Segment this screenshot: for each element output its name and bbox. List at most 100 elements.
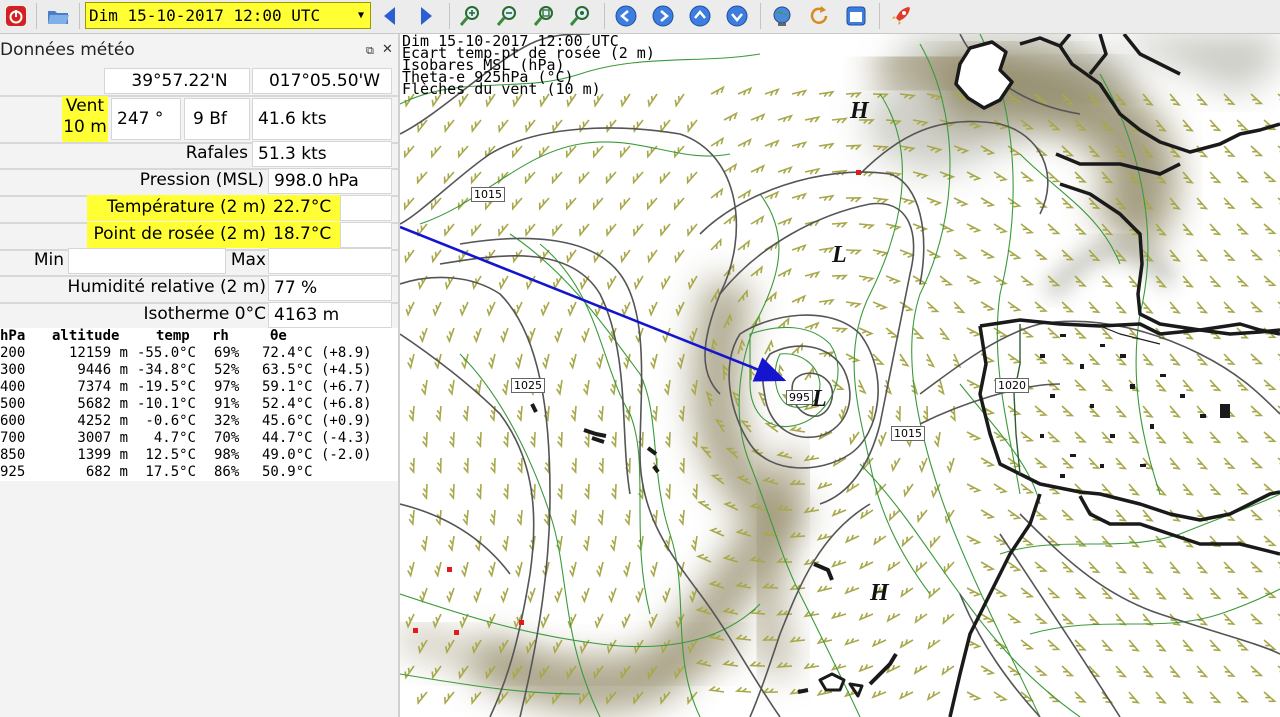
wind-barb xyxy=(1074,275,1087,287)
wind-barb xyxy=(887,561,901,572)
wind-barb xyxy=(674,93,685,108)
map-canvas[interactable] xyxy=(400,34,1280,717)
wind-barb xyxy=(912,223,929,232)
wind-barb xyxy=(946,457,955,474)
wind-barb xyxy=(966,431,982,441)
wind-barb xyxy=(542,353,550,370)
zoom-reset-icon[interactable] xyxy=(568,4,592,28)
chevron-down-icon: ▼ xyxy=(357,10,364,21)
wind-barb xyxy=(1047,535,1061,547)
wind-barb xyxy=(1115,301,1128,314)
dewpoint-value: 18.7°C xyxy=(268,222,340,248)
wind-barb xyxy=(1101,587,1114,600)
pan-left-icon[interactable] xyxy=(614,4,638,28)
wind-barb xyxy=(516,509,523,527)
wind-barb xyxy=(914,613,928,624)
sounding-cell: 925 xyxy=(0,464,26,480)
rocket-icon[interactable] xyxy=(889,4,913,28)
sounding-cell: -34.8°C xyxy=(136,362,196,378)
wind-barb xyxy=(632,171,644,185)
power-icon[interactable] xyxy=(4,4,28,28)
pan-right-icon[interactable] xyxy=(651,4,675,28)
zoom-in-icon[interactable] xyxy=(458,4,482,28)
toolbar-separator xyxy=(449,3,450,29)
wind-barb xyxy=(1169,93,1182,106)
wind-barb xyxy=(597,509,604,527)
wind-barb xyxy=(791,141,808,149)
wind-barb xyxy=(871,638,887,648)
wind-barb xyxy=(1182,275,1195,288)
wind-barb xyxy=(471,691,482,705)
globe-icon[interactable] xyxy=(770,4,794,28)
wind-barb xyxy=(675,301,685,317)
sounding-cell: 98% xyxy=(214,447,240,463)
sounding-cell: -10.1°C xyxy=(136,396,196,412)
wind-barb xyxy=(525,119,536,134)
pan-up-icon[interactable] xyxy=(688,4,712,28)
isobar-label: 1015 xyxy=(891,426,925,441)
wind-barb xyxy=(1061,613,1075,625)
float-panel-icon[interactable]: ⧉ xyxy=(366,44,374,58)
wind-barb xyxy=(1088,613,1101,626)
sounding-cell: 50.9°C xyxy=(262,464,313,480)
zoom-out-icon[interactable] xyxy=(495,4,519,28)
wind-barb xyxy=(651,405,658,423)
zoom-fit-icon[interactable] xyxy=(532,4,556,28)
wind-barb xyxy=(552,223,563,237)
wind-barb xyxy=(609,535,617,552)
wind-barb xyxy=(939,171,956,180)
wind-barb xyxy=(764,139,780,148)
wind-barb xyxy=(789,584,806,591)
wind-barb xyxy=(818,142,835,150)
date-select[interactable]: Dim 15-10-2017 12:00 UTC ▼ xyxy=(85,2,371,29)
wind-barb xyxy=(403,145,415,159)
wind-barb xyxy=(926,301,940,313)
window-icon[interactable] xyxy=(844,4,868,28)
wind-barb xyxy=(1182,223,1195,236)
wind-barb xyxy=(646,197,658,211)
wind-barb xyxy=(1155,639,1167,652)
wind-barb xyxy=(918,457,928,474)
wind-barb xyxy=(608,587,617,604)
wind-barb xyxy=(1263,171,1277,183)
wind-barb xyxy=(1169,353,1182,366)
pan-down-icon[interactable] xyxy=(725,4,749,28)
wind-barb xyxy=(459,301,469,317)
weather-map[interactable]: Dim 15-10-2017 12:00 UTC Ecart temp-pt d… xyxy=(400,34,1280,717)
wind-barb xyxy=(845,92,863,98)
sounding-cell: 44.7°C (-4.3) xyxy=(262,430,372,446)
wind-barb xyxy=(1236,587,1250,599)
wind-barb xyxy=(1034,405,1048,416)
wind-barb xyxy=(1250,405,1264,417)
wind-barb xyxy=(1101,275,1114,288)
wind-barb xyxy=(1074,379,1087,391)
min-value xyxy=(68,248,226,274)
wind-barb xyxy=(844,534,860,544)
wind-barb xyxy=(1128,639,1141,652)
wind-barb xyxy=(1236,483,1250,495)
wind-barb xyxy=(926,197,943,206)
close-icon[interactable]: ✕ xyxy=(382,42,393,57)
wind-barb xyxy=(1020,639,1035,650)
wind-barb xyxy=(405,301,415,317)
wind-barb xyxy=(1196,197,1209,210)
sounding-row: 500 5682 m -10.1°C 91% 52.4°C (+6.8) xyxy=(0,396,398,413)
dewpoint-label: Point de rosée (2 m) xyxy=(87,222,268,248)
previous-step-icon[interactable] xyxy=(378,4,402,28)
wind-barb xyxy=(845,144,863,151)
wind-barb xyxy=(500,587,509,604)
wind-barb xyxy=(1061,665,1075,677)
sounding-header-cell: hPa xyxy=(0,328,26,344)
next-step-icon[interactable] xyxy=(414,4,438,28)
folder-open-icon[interactable] xyxy=(46,4,70,28)
refresh-icon[interactable] xyxy=(807,4,831,28)
wind-barb xyxy=(1236,691,1250,703)
wind-barb xyxy=(927,639,941,650)
wind-barb xyxy=(723,213,737,225)
wind-barb xyxy=(1182,379,1195,392)
wind-barb xyxy=(1034,613,1048,624)
wind-barb xyxy=(1155,587,1167,600)
wind-barb xyxy=(1034,509,1048,520)
latitude-value: 39°57.22'N xyxy=(104,68,250,94)
wind-barb xyxy=(980,561,996,572)
